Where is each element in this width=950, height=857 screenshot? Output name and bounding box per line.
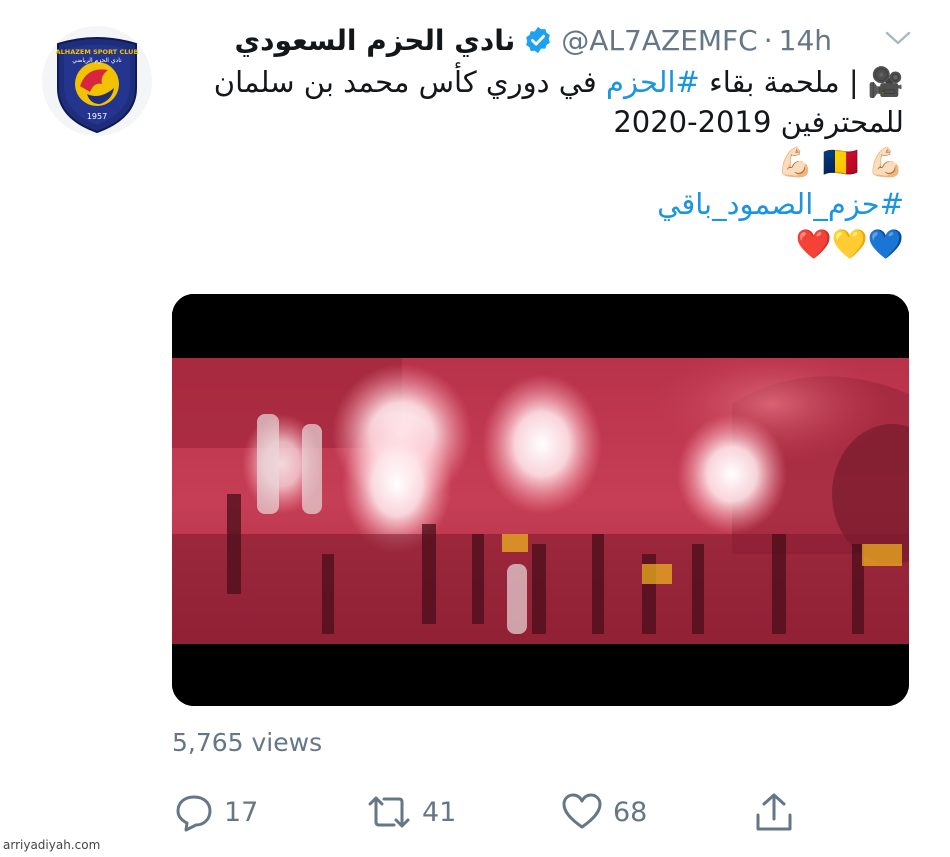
- display-name[interactable]: نادي الحزم السعودي: [235, 24, 516, 57]
- hashtag-link[interactable]: #الحزم: [606, 65, 700, 99]
- retweet-count: 41: [422, 796, 457, 828]
- retweet-icon: [368, 796, 410, 828]
- club-logo: ALHAZEM SPORT CLUB نادي الحزم الرياضي 19…: [56, 37, 139, 134]
- video-player[interactable]: [172, 294, 909, 706]
- tweet-line-2: للمحترفين 2019-2020: [613, 105, 904, 139]
- handle[interactable]: @AL7AZEMFC: [561, 24, 757, 57]
- heart-icon: [562, 793, 602, 829]
- reply-count: 17: [224, 796, 259, 828]
- verified-badge-icon: [526, 26, 551, 54]
- reply-icon: [176, 795, 212, 832]
- tweet-text-suffix: في دوري كأس محمد بن سلمان: [213, 65, 597, 99]
- share-button[interactable]: [754, 790, 804, 834]
- tweet-text-prefix: 🎥 | ملحمة بقاء: [709, 65, 904, 99]
- hearts-line: 💙💛❤️: [795, 227, 904, 261]
- tweet-line-1: 🎥 | ملحمة بقاء #الحزم في دوري كأس محمد ب…: [184, 62, 904, 102]
- view-count: 5,765 views: [172, 728, 323, 757]
- avatar[interactable]: ALHAZEM SPORT CLUB نادي الحزم الرياضي 19…: [42, 26, 152, 136]
- tweet-text: 🎥 | ملحمة بقاء #الحزم في دوري كأس محمد ب…: [184, 62, 904, 264]
- emoji-line: 💪🏻 🇹🇩 💪🏻: [777, 145, 904, 179]
- timestamp[interactable]: 14h: [779, 24, 832, 57]
- hashtag-link-2[interactable]: #حزم_الصمود_باقي: [184, 184, 904, 224]
- chevron-down-icon[interactable]: [884, 28, 912, 48]
- tweet-header: نادي الحزم السعودي @AL7AZEMFC · 14h: [235, 20, 832, 60]
- separator-dot: ·: [763, 23, 773, 57]
- like-button[interactable]: 68: [561, 790, 647, 834]
- like-count: 68: [613, 796, 648, 828]
- share-icon: [756, 793, 792, 831]
- club-year: 1957: [87, 112, 107, 121]
- reply-button[interactable]: 17: [174, 790, 258, 834]
- watermark: arriyadiyah.com: [3, 838, 101, 852]
- club-name-text: ALHAZEM SPORT CLUB: [56, 48, 139, 56]
- video-thumbnail: [172, 294, 909, 706]
- retweet-button[interactable]: 41: [366, 790, 456, 834]
- club-name-arabic: نادي الحزم الرياضي: [72, 57, 122, 64]
